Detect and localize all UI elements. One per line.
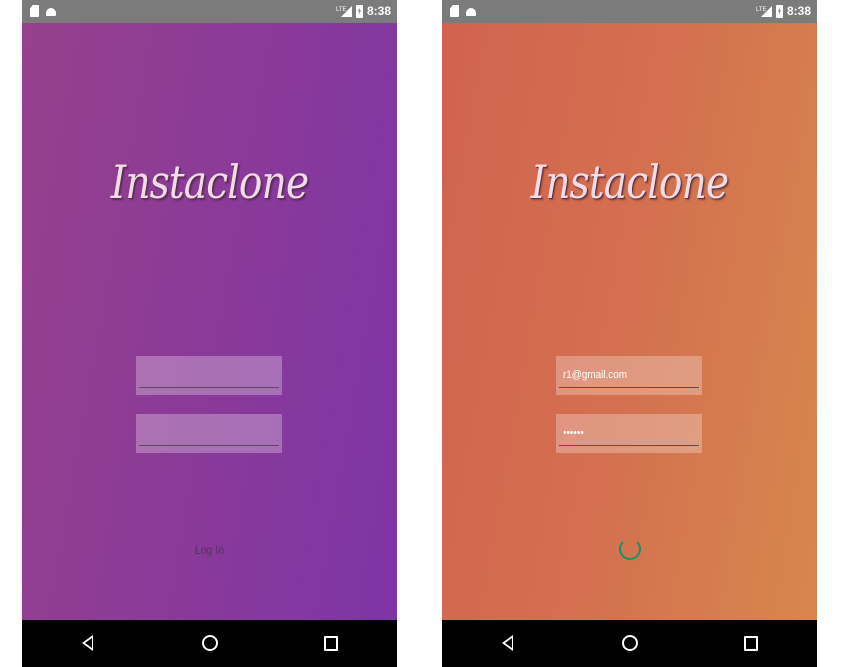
app-logo: Instaclone <box>110 155 309 209</box>
field-underline <box>139 445 279 446</box>
android-icon <box>46 5 56 16</box>
password-value: •••••• <box>563 427 584 439</box>
login-button[interactable]: Log In <box>45 543 375 557</box>
sd-card-icon <box>450 5 459 17</box>
home-icon[interactable] <box>622 635 638 651</box>
login-screen: Instaclone r1@gmail.com •••••• <box>442 23 817 620</box>
app-logo: Instaclone <box>530 155 729 209</box>
email-field[interactable]: r1@gmail.com <box>556 356 702 395</box>
android-icon <box>466 5 476 16</box>
email-field[interactable] <box>136 356 282 395</box>
navigation-bar <box>442 620 817 667</box>
phone-screen-login: LTE 8:38 Instaclone Log In <box>22 0 397 667</box>
network-type: LTE <box>755 7 767 13</box>
network-type: LTE <box>335 7 347 13</box>
field-underline <box>559 387 699 388</box>
field-underline <box>559 445 699 446</box>
back-icon[interactable] <box>82 635 93 651</box>
password-field[interactable] <box>136 414 282 453</box>
signal-icon: LTE <box>335 5 352 17</box>
home-icon[interactable] <box>202 635 218 651</box>
status-bar: LTE 8:38 <box>442 0 817 23</box>
loading-spinner-icon <box>619 538 641 560</box>
back-icon[interactable] <box>502 635 513 651</box>
email-value: r1@gmail.com <box>563 369 627 381</box>
battery-charging-icon <box>355 4 363 18</box>
recents-icon[interactable] <box>324 636 338 651</box>
signal-icon: LTE <box>755 5 772 17</box>
status-bar: LTE 8:38 <box>22 0 397 23</box>
field-underline <box>139 387 279 388</box>
navigation-bar <box>22 620 397 667</box>
login-screen: Instaclone Log In <box>22 23 397 620</box>
status-time: 8:38 <box>786 4 811 18</box>
recents-icon[interactable] <box>744 636 758 651</box>
password-field[interactable]: •••••• <box>556 414 702 453</box>
battery-charging-icon <box>775 4 783 18</box>
status-time: 8:38 <box>366 4 391 18</box>
sd-card-icon <box>30 5 39 17</box>
phone-screen-loading: LTE 8:38 Instaclone r1@gmail.com •••••• <box>442 0 817 667</box>
